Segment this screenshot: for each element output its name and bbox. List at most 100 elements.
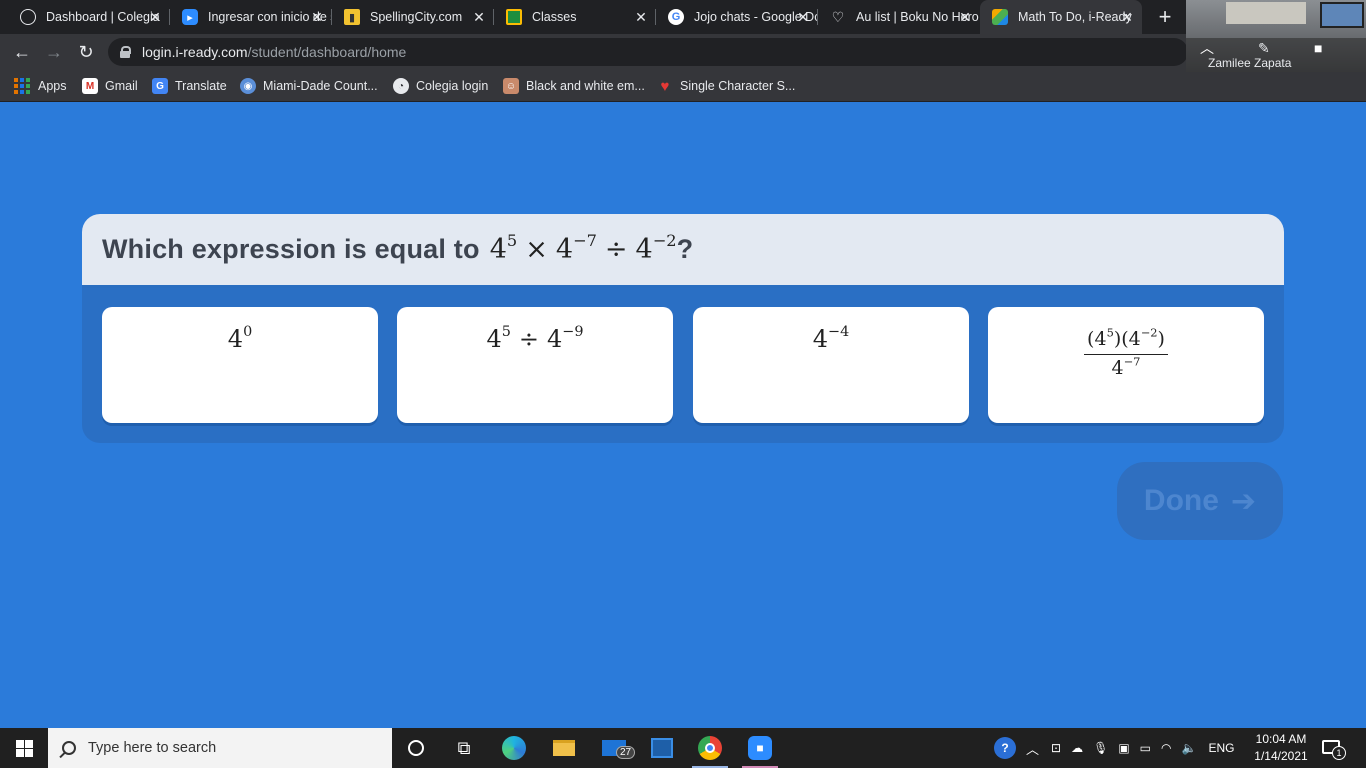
- cortana-icon[interactable]: [392, 728, 440, 768]
- tab-dashboard-colegia[interactable]: Dashboard | Colegia ✕: [8, 0, 170, 34]
- heart-outline-icon: ♡: [831, 8, 845, 25]
- forward-button[interactable]: →: [42, 40, 66, 64]
- reload-button[interactable]: ↻: [74, 40, 98, 64]
- answer-choice-2[interactable]: 45 ÷ 4−9: [397, 307, 673, 423]
- close-tab-icon[interactable]: ✕: [148, 10, 162, 24]
- zoom-taskbar-icon[interactable]: ■: [736, 728, 784, 768]
- close-tab-icon[interactable]: ✕: [1120, 10, 1134, 24]
- system-tray: ? ︿ ⊡ ☁ 🎙 ▣ ▭ ◠ 🔈 ENG: [994, 728, 1234, 768]
- close-tab-icon[interactable]: ✕: [310, 10, 324, 24]
- bookmark-label: Translate: [175, 79, 227, 93]
- calendar-app-icon[interactable]: [638, 728, 686, 768]
- bookmark-apps[interactable]: Apps: [14, 76, 67, 96]
- mail-icon[interactable]: 27: [590, 728, 638, 768]
- display-icon[interactable]: ▣: [1118, 741, 1129, 755]
- windows-logo-icon: [15, 739, 33, 757]
- notifications-button[interactable]: 1: [1322, 738, 1346, 760]
- answer-choice-3[interactable]: 4−4: [693, 307, 969, 423]
- google-icon: G: [668, 9, 684, 25]
- video-monitor: [1320, 2, 1364, 28]
- close-tab-icon[interactable]: ✕: [472, 10, 486, 24]
- answer-choice-4[interactable]: (45)(4−2) 4−7: [988, 307, 1264, 423]
- choice-expression: 4−4: [812, 324, 850, 353]
- fraction: (45)(4−2) 4−7: [1084, 327, 1168, 379]
- bookmark-black-and-white[interactable]: ☺ Black and white em...: [503, 76, 645, 96]
- question-expression: 45 × 4−7 ÷ 4−2: [489, 230, 677, 265]
- task-view-icon[interactable]: ⧉: [440, 728, 488, 768]
- microphone-icon[interactable]: 🎙: [1093, 741, 1108, 755]
- file-explorer-icon[interactable]: [540, 728, 588, 768]
- language-indicator[interactable]: ENG: [1208, 741, 1234, 755]
- question-text: Which expression is equal to: [102, 234, 480, 264]
- video-call-thumbnail[interactable]: ︿ ✎ ■ Zamilee Zapata: [1186, 0, 1366, 72]
- bookmark-miami-dade[interactable]: ◉ Miami-Dade Count...: [240, 76, 378, 96]
- new-tab-button[interactable]: +: [1152, 4, 1178, 30]
- tab-spellingcity[interactable]: ▮ SpellingCity.com ✕: [332, 0, 494, 34]
- bookmark-colegia-login[interactable]: ◔ Colegia login: [393, 76, 488, 96]
- edge-browser-icon[interactable]: [490, 728, 538, 768]
- chevron-up-icon[interactable]: ︿: [1026, 739, 1039, 758]
- bookmark-single-character[interactable]: ♥ Single Character S...: [657, 76, 796, 96]
- spellingcity-icon: ▮: [344, 9, 360, 25]
- taskbar-clock[interactable]: 10:04 AM 1/14/2021: [1250, 731, 1312, 765]
- tab-au-list[interactable]: ♡ Au list | Boku No Hero ✕: [818, 0, 980, 34]
- lock-icon: [120, 46, 131, 58]
- battery-icon[interactable]: ▭: [1140, 741, 1151, 755]
- answer-choice-1[interactable]: 40: [102, 307, 378, 423]
- done-button[interactable]: Done ➔: [1117, 462, 1283, 540]
- close-tab-icon[interactable]: ✕: [634, 10, 648, 24]
- zoom-icon: ▸: [182, 9, 198, 25]
- address-bar[interactable]: login.i-ready.com/student/dashboard/home: [108, 38, 1188, 66]
- chevron-up-icon[interactable]: ︿: [1200, 38, 1214, 58]
- fraction-numerator: (45)(4−2): [1084, 327, 1168, 355]
- meet-now-icon[interactable]: ⊡: [1051, 741, 1061, 755]
- bookmark-translate[interactable]: G Translate: [152, 76, 227, 96]
- arrow-right-icon: ➔: [1230, 484, 1257, 518]
- bookmark-gmail[interactable]: M Gmail: [82, 76, 138, 96]
- search-icon: [62, 741, 76, 755]
- fraction-denominator: 4−7: [1111, 354, 1141, 379]
- question-prompt: Which expression is equal to 45 × 4−7 ÷ 4−2 …: [102, 230, 693, 265]
- url-host: login.i-ready.com: [142, 44, 248, 60]
- tab-zoom[interactable]: ▸ Ingresar con inicio de sesión ✕: [170, 0, 332, 34]
- notification-count: 1: [1332, 746, 1346, 760]
- clock-date: 1/14/2021: [1254, 749, 1308, 763]
- choice-expression: 45 ÷ 4−9: [486, 324, 584, 353]
- taskbar-search-box[interactable]: Type here to search: [48, 728, 392, 768]
- done-button-label: Done: [1143, 484, 1219, 517]
- video-whiteboard: [1226, 2, 1306, 24]
- question-header: Which expression is equal to 45 × 4−7 ÷ 4−2 …: [82, 214, 1284, 288]
- tab-i-ready[interactable]: Math To Do, i-Ready ✕: [980, 0, 1142, 34]
- chrome-taskbar-icon[interactable]: [686, 728, 734, 768]
- tab-classes[interactable]: Classes ✕: [494, 0, 656, 34]
- start-button[interactable]: [0, 728, 48, 768]
- help-icon[interactable]: ?: [994, 737, 1016, 759]
- translate-icon: G: [152, 78, 168, 94]
- miami-dade-icon: ◉: [240, 78, 256, 94]
- mic-muted-icon[interactable]: ✎: [1258, 40, 1270, 57]
- close-tab-icon[interactable]: ✕: [958, 10, 972, 24]
- mail-badge: 27: [616, 746, 636, 759]
- question-card: Which expression is equal to 45 × 4−7 ÷ 4−2 …: [82, 214, 1284, 443]
- colegia-icon: ◔: [393, 78, 409, 94]
- back-button[interactable]: ←: [10, 40, 34, 64]
- bookmarks-bar: Apps M Gmail G Translate ◉ Miami-Dade Co…: [0, 70, 1366, 102]
- volume-icon[interactable]: 🔈: [1181, 741, 1196, 755]
- camera-icon[interactable]: ■: [1314, 40, 1322, 56]
- bookmark-label: Single Character S...: [680, 79, 796, 93]
- clock-time: 10:04 AM: [1255, 732, 1307, 746]
- choice-expression: (45)(4−2) 4−7: [988, 323, 1264, 379]
- tab-jojo-chats[interactable]: G Jojo chats - Google Docs ✕: [656, 0, 818, 34]
- bookmark-label: Black and white em...: [526, 79, 645, 93]
- google-classroom-icon: [506, 9, 522, 25]
- browser-tab-strip: Dashboard | Colegia ✕ ▸ Ingresar con ini…: [0, 0, 1366, 34]
- onedrive-icon[interactable]: ☁: [1071, 741, 1083, 755]
- bookmark-label: Gmail: [105, 79, 138, 93]
- bookmark-label: Apps: [38, 79, 67, 93]
- url-path: /student/dashboard/home: [247, 44, 407, 60]
- gmail-icon: M: [82, 78, 98, 94]
- windows-taskbar: Type here to search ⧉ 27 ■ ? ︿ ⊡ ☁ 🎙 ▣ ▭…: [0, 728, 1366, 768]
- close-tab-icon[interactable]: ✕: [796, 10, 810, 24]
- wifi-icon[interactable]: ◠: [1161, 741, 1171, 755]
- apps-grid-icon: [14, 78, 30, 94]
